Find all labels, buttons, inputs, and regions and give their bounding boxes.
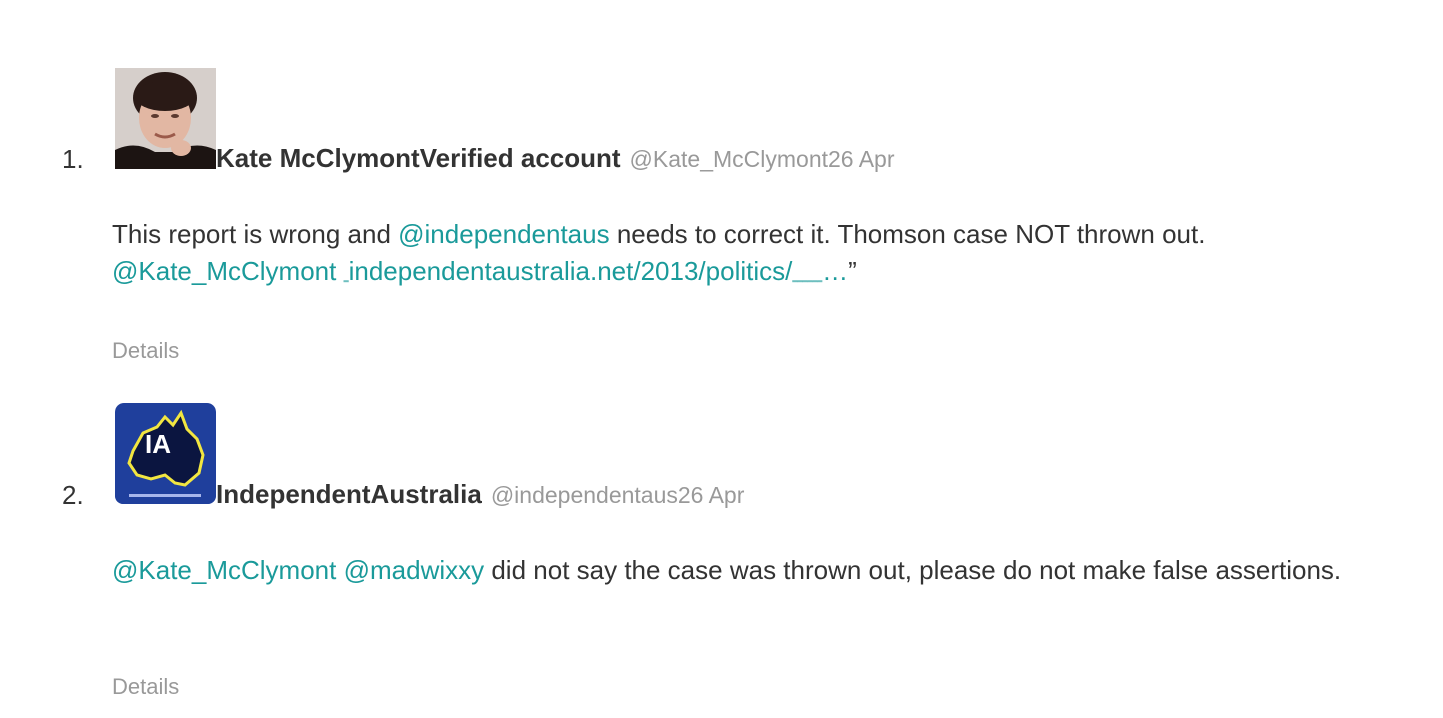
author-name[interactable]: IndependentAustralia [216,479,482,509]
avatar-photo-icon [115,68,216,169]
tweet-date[interactable]: 26 Apr [828,146,895,172]
tweet-author[interactable]: Kate McClymontVerified account @Kate_McCl… [216,143,895,174]
mention-link[interactable]: @Kate_McClymont [112,555,336,585]
details-link[interactable]: Details [112,674,179,700]
tweet-date[interactable]: 26 Apr [678,482,745,508]
verified-label: Verified account [419,143,621,173]
author-handle[interactable]: @independentaus26 Apr [491,482,745,508]
url-link[interactable]: ‗independentaustralia.net/2013/politics/… [344,256,849,286]
logo-text: IA [145,429,171,459]
list-number: 2. [62,480,84,510]
mention-link[interactable]: @independentaus [398,219,609,249]
avatar[interactable]: IA [115,403,216,504]
australia-map-logo-icon: IA [115,403,216,504]
mention-link[interactable]: @madwixxy [344,555,485,585]
tweet-text: This report is wrong and @independentaus… [112,219,1206,286]
list-number: 1. [62,144,84,174]
details-link[interactable]: Details [112,338,179,364]
tweet-text: @Kate_McClymont @madwixxy did not say th… [112,555,1342,585]
author-name[interactable]: Kate McClymont [216,143,420,173]
avatar[interactable] [115,68,216,169]
mention-link[interactable]: @Kate_McClymont [112,256,336,286]
author-handle[interactable]: @Kate_McClymont26 Apr [630,146,895,172]
tweet-author[interactable]: IndependentAustralia @independentaus26 Ap… [216,479,744,510]
